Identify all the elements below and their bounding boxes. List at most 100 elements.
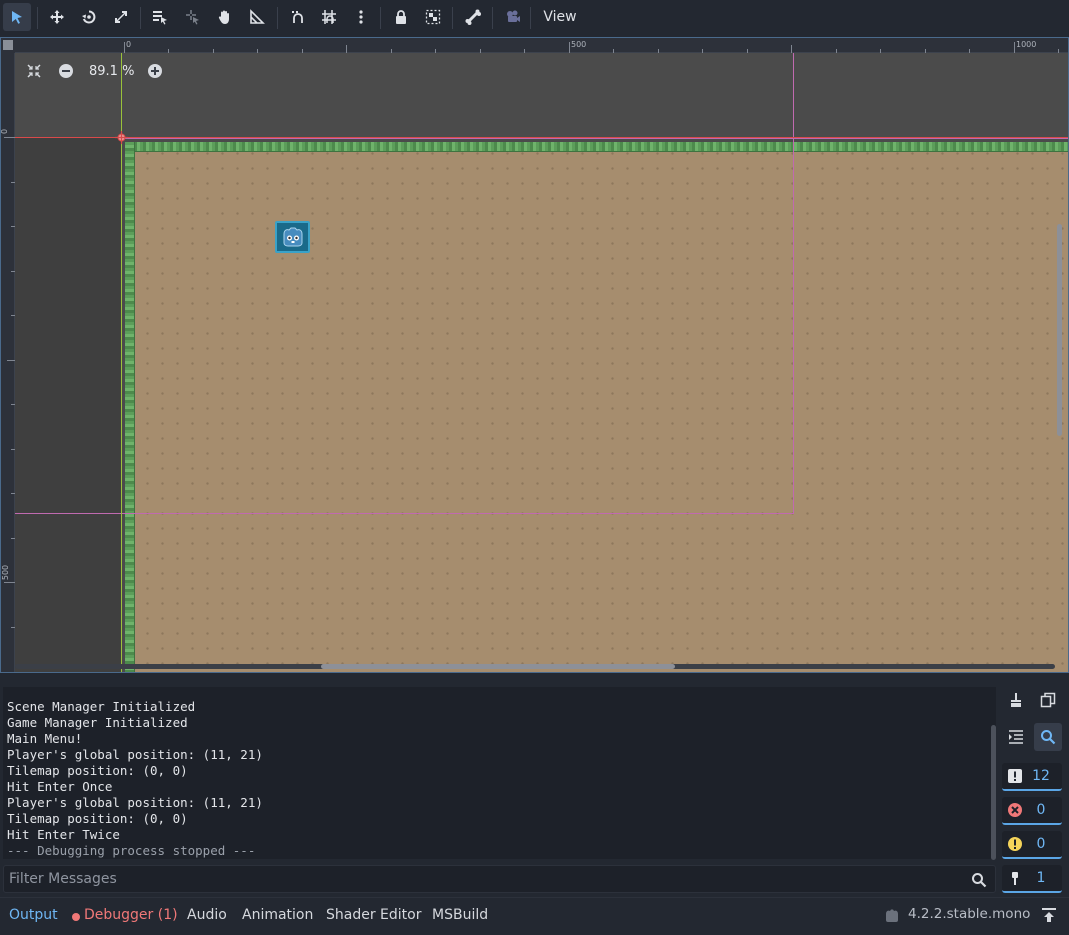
error-icon — [1008, 803, 1022, 817]
tab-audio[interactable]: Audio — [187, 907, 227, 923]
ruler-label: 500 — [1, 564, 11, 581]
tab-msbuild[interactable]: MSBuild — [432, 907, 488, 923]
log-line: Tilemap position: (0, 0) — [7, 763, 188, 778]
ruler-tick — [124, 42, 125, 53]
zoom-out-button[interactable] — [57, 62, 75, 80]
output-log[interactable]: Scene Manager Initialized Game Manager I… — [3, 687, 996, 860]
cursor-arrow-icon — [12, 11, 22, 24]
search-toggle-button[interactable] — [1034, 723, 1062, 751]
ruler-tick — [4, 582, 15, 583]
hand-icon — [218, 10, 229, 24]
collapse-icon — [1009, 730, 1023, 744]
tab-animation[interactable]: Animation — [242, 907, 313, 923]
move-tool-button[interactable] — [43, 3, 71, 31]
toolbar-separator — [37, 7, 38, 29]
debugger-status-dot — [72, 913, 80, 921]
tab-shader-editor[interactable]: Shader Editor — [326, 907, 421, 923]
warning-icon — [1008, 837, 1022, 851]
expand-panel-icon[interactable] — [1040, 906, 1058, 924]
kebab-menu-icon — [359, 10, 363, 24]
log-line: Main Menu! — [7, 731, 83, 746]
log-line: Player's global position: (11, 21) — [7, 747, 263, 762]
zoom-plus-icon — [148, 64, 163, 78]
view-menu-button[interactable]: View — [535, 3, 585, 31]
tilemap-grass-top-edge — [125, 142, 1068, 152]
version-label[interactable]: 4.2.2.stable.mono — [908, 906, 1030, 922]
2d-viewport[interactable]: 0 500 1000 0 500 89.1 % — [0, 37, 1069, 673]
errors-filter-toggle[interactable]: 0 — [1002, 797, 1062, 825]
search-icon — [972, 873, 987, 888]
vertical-scrollbar[interactable] — [1057, 224, 1062, 436]
scene-canvas[interactable]: 89.1 % — [15, 53, 1068, 672]
zoom-reset-button[interactable] — [25, 62, 43, 80]
camera-override-button[interactable] — [499, 3, 527, 31]
viewport-bounds-right — [793, 53, 794, 514]
zoom-minus-icon — [59, 64, 73, 78]
log-line: Scene Manager Initialized — [7, 699, 196, 714]
origin-marker-icon — [115, 131, 128, 144]
lock-button[interactable] — [387, 3, 415, 31]
pivot-icon — [186, 10, 199, 25]
ruler-corner — [1, 38, 15, 53]
canvas-toolbar: View — [0, 0, 1069, 37]
viewport-bounds-bottom — [15, 513, 794, 514]
warnings-count: 0 — [1036, 836, 1046, 852]
filter-messages-input[interactable]: Filter Messages — [9, 871, 117, 887]
zoom-fit-icon — [27, 64, 41, 78]
copy-log-button[interactable] — [1034, 686, 1062, 714]
editor-messages-filter-toggle[interactable]: 1 — [1002, 865, 1062, 893]
log-scrollbar[interactable] — [991, 725, 996, 860]
ruler-label: 0 — [126, 40, 132, 49]
clear-log-button[interactable] — [1002, 686, 1030, 714]
godot-version-icon — [886, 909, 898, 922]
grid-snap-toggle[interactable] — [315, 3, 343, 31]
ruler-tick — [791, 45, 792, 53]
toolbar-separator — [492, 7, 493, 29]
scale-icon — [115, 11, 127, 23]
player-sprite[interactable] — [275, 221, 310, 253]
warnings-filter-toggle[interactable]: 0 — [1002, 831, 1062, 859]
log-line: Hit Enter Twice — [7, 827, 120, 842]
camera-icon — [507, 10, 520, 22]
toolbar-separator — [380, 7, 381, 29]
zoom-level-label[interactable]: 89.1 % — [89, 64, 134, 79]
horizontal-ruler: 0 500 1000 — [15, 38, 1068, 53]
zoom-in-button[interactable] — [146, 62, 164, 80]
toolbar-separator — [140, 7, 141, 29]
group-button[interactable] — [419, 3, 447, 31]
copy-icon — [1040, 692, 1056, 708]
toolbar-separator — [530, 7, 531, 29]
scale-tool-button[interactable] — [107, 3, 135, 31]
list-select-tool-button[interactable] — [146, 3, 174, 31]
move-cross-icon — [50, 10, 64, 24]
rotate-tool-button[interactable] — [75, 3, 103, 31]
ruler-tool-button[interactable] — [243, 3, 271, 31]
errors-count: 0 — [1036, 802, 1046, 818]
horizontal-scrollbar[interactable] — [321, 664, 675, 669]
editor-message-icon — [1012, 872, 1018, 885]
tab-output[interactable]: Output — [9, 907, 58, 923]
log-line: Hit Enter Once — [7, 779, 113, 794]
snap-options-menu[interactable] — [347, 3, 375, 31]
select-tool-button[interactable] — [3, 3, 31, 31]
pivot-tool-button[interactable] — [179, 3, 207, 31]
collapse-duplicates-button[interactable] — [1002, 723, 1030, 751]
messages-count: 12 — [1032, 768, 1050, 784]
ruler-icon — [250, 9, 265, 24]
vertical-ruler: 0 500 — [1, 53, 15, 672]
toolbar-separator — [277, 7, 278, 29]
smart-snap-toggle[interactable] — [284, 3, 312, 31]
tab-debugger[interactable]: Debugger (1) — [84, 907, 178, 923]
bone-button[interactable] — [459, 3, 487, 31]
message-icon — [1008, 769, 1022, 783]
y-axis-line — [121, 53, 122, 672]
viewport-bounds-top — [121, 138, 1068, 139]
ruler-tick — [4, 137, 15, 138]
ruler-label: 1000 — [1016, 40, 1037, 49]
toolbar-separator — [452, 7, 453, 29]
messages-filter-toggle[interactable]: 12 — [1002, 763, 1062, 791]
filter-messages-field[interactable]: Filter Messages — [3, 865, 996, 893]
bone-icon — [465, 9, 481, 25]
search-icon — [1041, 730, 1056, 745]
pan-tool-button[interactable] — [211, 3, 239, 31]
